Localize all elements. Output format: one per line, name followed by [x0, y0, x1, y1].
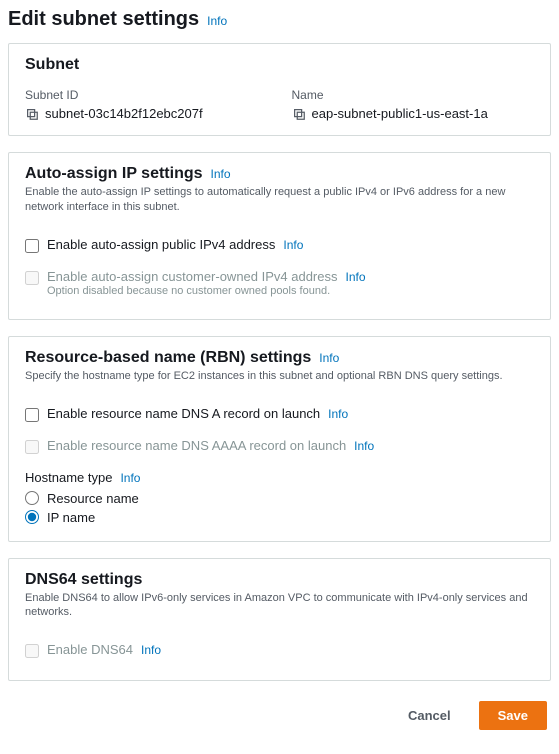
hostname-type-resource-radio[interactable]	[25, 491, 39, 505]
dns-aaaa-row: Enable resource name DNS AAAA record on …	[25, 430, 534, 462]
hostname-type-info-link[interactable]: Info	[120, 471, 140, 485]
public-ipv4-checkbox[interactable]	[25, 239, 39, 253]
public-ipv4-label: Enable auto-assign public IPv4 address	[47, 237, 275, 252]
rbn-desc: Specify the hostname type for EC2 instan…	[25, 369, 534, 384]
dns64-label: Enable DNS64	[47, 642, 133, 657]
footer: Cancel Save	[8, 697, 551, 730]
dns64-checkbox	[25, 644, 39, 658]
hostname-type-resource-label: Resource name	[47, 491, 139, 506]
customer-owned-info-link[interactable]: Info	[346, 270, 366, 284]
dns64-info-link[interactable]: Info	[141, 643, 161, 657]
subnet-id-field: Subnet ID subnet-03c14b2f12ebc207f	[25, 88, 268, 121]
dns-aaaa-info-link[interactable]: Info	[354, 439, 374, 453]
dns64-row: Enable DNS64 Info	[25, 634, 534, 666]
save-button[interactable]: Save	[479, 701, 547, 730]
dns64-title: DNS64 settings	[25, 571, 142, 589]
dns64-desc: Enable DNS64 to allow IPv6-only services…	[25, 591, 534, 621]
subnet-panel: Subnet Subnet ID subnet-03c14b2f12ebc207…	[8, 43, 551, 136]
rbn-title-text: Resource-based name (RBN) settings	[25, 349, 311, 367]
subnet-name-label: Name	[292, 88, 535, 102]
auto-assign-title: Auto-assign IP settings Info	[25, 165, 231, 183]
customer-owned-checkbox	[25, 271, 39, 285]
auto-assign-desc: Enable the auto-assign IP settings to au…	[25, 185, 534, 215]
public-ipv4-info-link[interactable]: Info	[283, 238, 303, 252]
auto-assign-panel: Auto-assign IP settings Info Enable the …	[8, 152, 551, 320]
dns-a-checkbox[interactable]	[25, 408, 39, 422]
subnet-name-value: eap-subnet-public1-us-east-1a	[312, 106, 488, 121]
auto-assign-info-link[interactable]: Info	[211, 167, 231, 181]
hostname-type-ip-radio[interactable]	[25, 510, 39, 524]
subnet-id-label: Subnet ID	[25, 88, 268, 102]
customer-owned-label: Enable auto-assign customer-owned IPv4 a…	[47, 269, 338, 284]
hostname-type-ip-label: IP name	[47, 510, 95, 525]
cancel-button[interactable]: Cancel	[390, 701, 469, 730]
dns-a-info-link[interactable]: Info	[328, 407, 348, 421]
rbn-title: Resource-based name (RBN) settings Info	[25, 349, 339, 367]
rbn-panel: Resource-based name (RBN) settings Info …	[8, 336, 551, 542]
dns-a-row: Enable resource name DNS A record on lau…	[25, 398, 534, 430]
customer-owned-row: Enable auto-assign customer-owned IPv4 a…	[25, 261, 534, 305]
hostname-type-label: Hostname type	[25, 470, 112, 485]
subnet-panel-title: Subnet	[25, 56, 79, 74]
dns-aaaa-label: Enable resource name DNS AAAA record on …	[47, 438, 346, 453]
auto-assign-title-text: Auto-assign IP settings	[25, 165, 203, 183]
dns64-panel: DNS64 settings Enable DNS64 to allow IPv…	[8, 558, 551, 682]
hostname-type-resource-row[interactable]: Resource name	[25, 489, 534, 508]
hostname-type-ip-row[interactable]: IP name	[25, 508, 534, 527]
dns-a-label: Enable resource name DNS A record on lau…	[47, 406, 320, 421]
public-ipv4-row: Enable auto-assign public IPv4 address I…	[25, 229, 534, 261]
copy-icon[interactable]	[292, 107, 306, 121]
customer-owned-helper: Option disabled because no customer owne…	[47, 285, 366, 297]
page-title: Edit subnet settings Info	[8, 8, 551, 31]
subnet-id-value: subnet-03c14b2f12ebc207f	[45, 106, 203, 121]
page-title-text: Edit subnet settings	[8, 8, 199, 31]
hostname-type-label-row: Hostname type Info	[25, 470, 534, 485]
hostname-type-radios: Resource name IP name	[25, 489, 534, 527]
subnet-name-field: Name eap-subnet-public1-us-east-1a	[292, 88, 535, 121]
dns-aaaa-checkbox	[25, 440, 39, 454]
copy-icon[interactable]	[25, 107, 39, 121]
rbn-info-link[interactable]: Info	[319, 351, 339, 365]
page-title-info-link[interactable]: Info	[207, 14, 227, 28]
